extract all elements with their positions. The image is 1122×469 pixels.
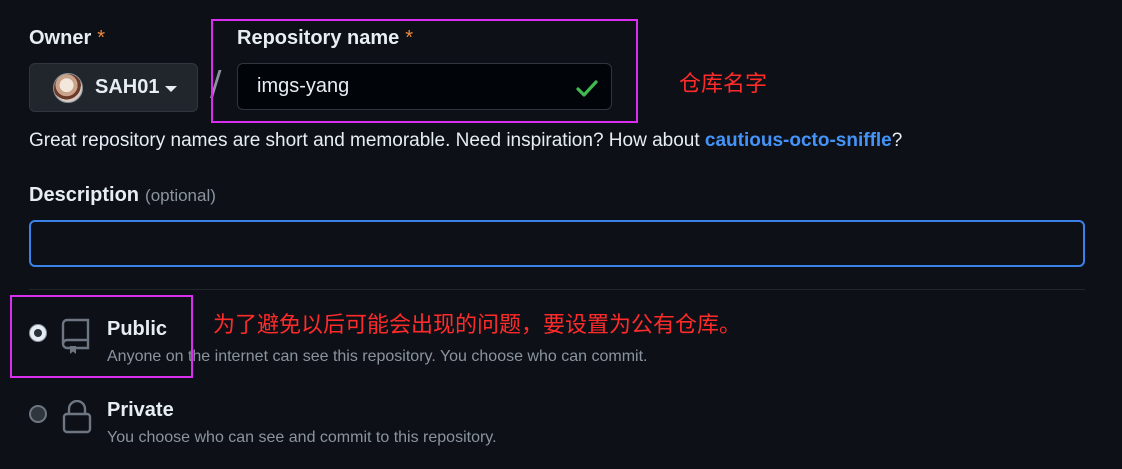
hint-suffix: ? bbox=[891, 130, 903, 151]
repository-name-annotation: 仓库名字 bbox=[679, 72, 768, 97]
lock-icon bbox=[62, 400, 92, 434]
caret-down-icon bbox=[165, 85, 178, 92]
private-option-title[interactable]: Private bbox=[107, 399, 174, 422]
description-optional-tag: (optional) bbox=[145, 186, 216, 205]
repository-name-highlight-box bbox=[211, 19, 638, 123]
owner-name: SAH01 bbox=[95, 76, 160, 98]
section-divider bbox=[29, 289, 1085, 290]
description-input[interactable] bbox=[29, 220, 1085, 267]
owner-avatar bbox=[53, 72, 83, 103]
private-radio[interactable] bbox=[29, 405, 47, 423]
repository-name-hint: Great repository names are short and mem… bbox=[29, 130, 902, 152]
owner-required-mark: * bbox=[97, 27, 106, 49]
suggested-name-link[interactable]: cautious-octo-sniffle bbox=[705, 130, 892, 151]
hint-text: Great repository names are short and mem… bbox=[29, 130, 705, 151]
public-option-highlight-box bbox=[10, 295, 193, 378]
public-option-annotation: 为了避免以后可能会出现的问题，要设置为公有仓库。 bbox=[213, 313, 742, 338]
owner-dropdown-button[interactable]: SAH01 bbox=[29, 63, 198, 112]
private-option-description: You choose who can see and commit to thi… bbox=[107, 429, 497, 446]
owner-label: Owner * bbox=[29, 27, 106, 49]
description-label: Description (optional) bbox=[29, 184, 216, 206]
create-repo-form: Owner * Repository name * SAH01 / imgs-yan… bbox=[0, 0, 1122, 469]
